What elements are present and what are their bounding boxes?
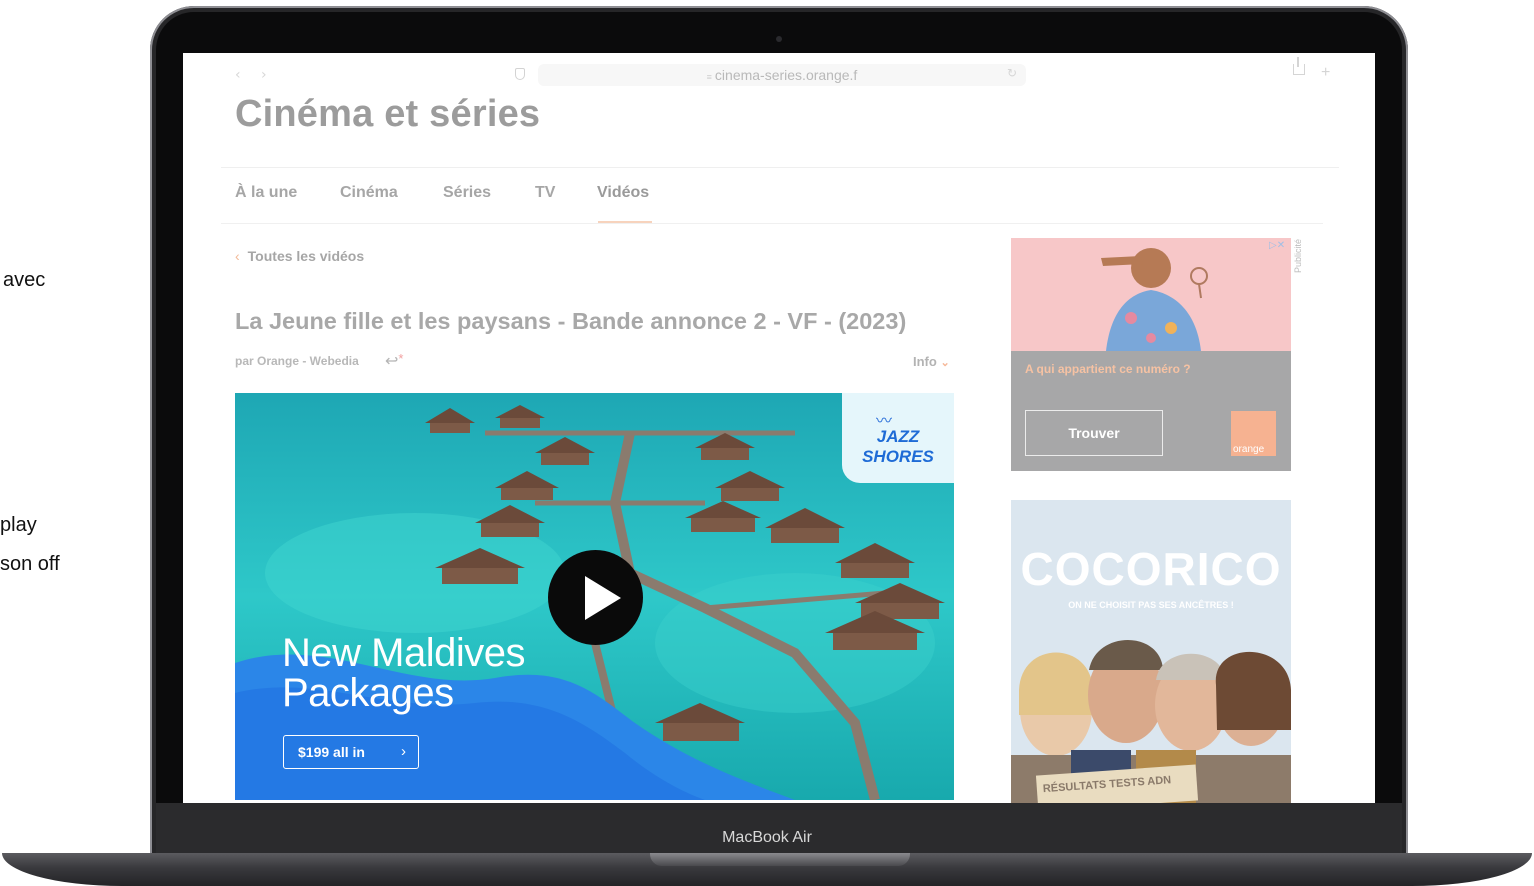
- video-player[interactable]: 〰 JAZZ SHORES New Maldives Packages $199 a…: [235, 393, 954, 800]
- header-divider: [221, 167, 1339, 168]
- url-label: cinema-series.orange.f: [714, 67, 858, 83]
- share-icon[interactable]: [1293, 57, 1305, 75]
- orange-logo: orange: [1231, 411, 1276, 456]
- man-with-magnifier-illustration: [1011, 238, 1291, 351]
- info-toggle[interactable]: Info ⌄: [913, 354, 950, 369]
- side-text-avec: avec: [3, 269, 46, 291]
- tab-videos[interactable]: Vidéos: [597, 184, 649, 202]
- laptop-hinge-notch: [650, 853, 910, 866]
- tab-a-la-une[interactable]: À la une: [235, 184, 297, 202]
- all-videos-link[interactable]: ‹ Toutes les vidéos: [235, 248, 364, 264]
- ad-movie-tagline: ON NE CHOISIT PAS SES ANCÊTRES !: [1068, 600, 1234, 610]
- browser-window: ‹ › ≡ cinema-series.orange.f ↻ + Cinéma e…: [183, 53, 1375, 803]
- ad-headline: New Maldives Packages: [282, 631, 525, 715]
- side-text-play: play: [0, 514, 37, 536]
- privacy-shield-icon[interactable]: [515, 68, 525, 80]
- back-arrow-icon[interactable]: ‹: [235, 67, 241, 83]
- sidebar-ad-reverse-lookup[interactable]: A qui appartient ce numéro ? Trouver ora…: [1011, 238, 1291, 471]
- side-text-son-off: son off: [0, 553, 60, 575]
- byline: par Orange - Webedia: [235, 354, 359, 368]
- advertiser-logo: 〰 JAZZ SHORES: [842, 393, 954, 483]
- nav-divider: [221, 223, 1323, 224]
- site-title[interactable]: Cinéma et séries: [235, 93, 540, 136]
- forward-arrow-icon[interactable]: ›: [261, 67, 267, 83]
- adchoices-icon[interactable]: ▷✕: [1269, 240, 1285, 251]
- device-label: MacBook Air: [722, 829, 812, 846]
- tab-tv[interactable]: TV: [535, 184, 555, 202]
- ad-question: A qui appartient ce numéro ?: [1025, 362, 1191, 376]
- advertiser-name: JAZZ SHORES: [862, 427, 934, 466]
- reload-icon[interactable]: ↻: [1007, 66, 1017, 80]
- ad-cta-button[interactable]: $199 all in ›: [283, 735, 419, 769]
- video-title: La Jeune fille et les paysans - Bande an…: [235, 308, 907, 334]
- publicite-label: Publicité: [1293, 239, 1303, 274]
- new-tab-icon[interactable]: +: [1321, 64, 1330, 82]
- all-videos-label: Toutes les vidéos: [247, 248, 365, 264]
- star-icon: *: [398, 351, 404, 366]
- chevron-down-icon: ⌄: [940, 357, 950, 369]
- tab-cinema[interactable]: Cinéma: [340, 184, 398, 202]
- orange-logo-text: orange: [1233, 444, 1265, 455]
- ad-cta-label: $199 all in: [298, 744, 365, 760]
- replay-icon[interactable]: ↩*: [385, 351, 403, 371]
- info-label: Info: [913, 354, 937, 369]
- page-icon: ≡: [706, 72, 712, 82]
- webcam: [776, 36, 782, 42]
- chevron-right-icon: ›: [401, 743, 406, 760]
- find-button-label: Trouver: [1068, 425, 1120, 441]
- tab-series[interactable]: Séries: [443, 184, 491, 202]
- browser-toolbar: ‹ › ≡ cinema-series.orange.f ↻ +: [183, 53, 1375, 97]
- ad-photo: [1011, 238, 1291, 351]
- address-bar[interactable]: ≡ cinema-series.orange.f: [538, 64, 1026, 86]
- address-text: ≡ cinema-series.orange.f: [538, 67, 1026, 83]
- sidebar-ad-cocorico[interactable]: COCORICO ON NE CHOISIT PAS SES ANCÊTRES …: [1011, 500, 1291, 803]
- play-button-icon[interactable]: [548, 550, 643, 645]
- find-button[interactable]: Trouver: [1025, 410, 1163, 456]
- chevron-left-icon: ‹: [235, 248, 240, 264]
- ad-movie-title: COCORICO: [1020, 543, 1282, 595]
